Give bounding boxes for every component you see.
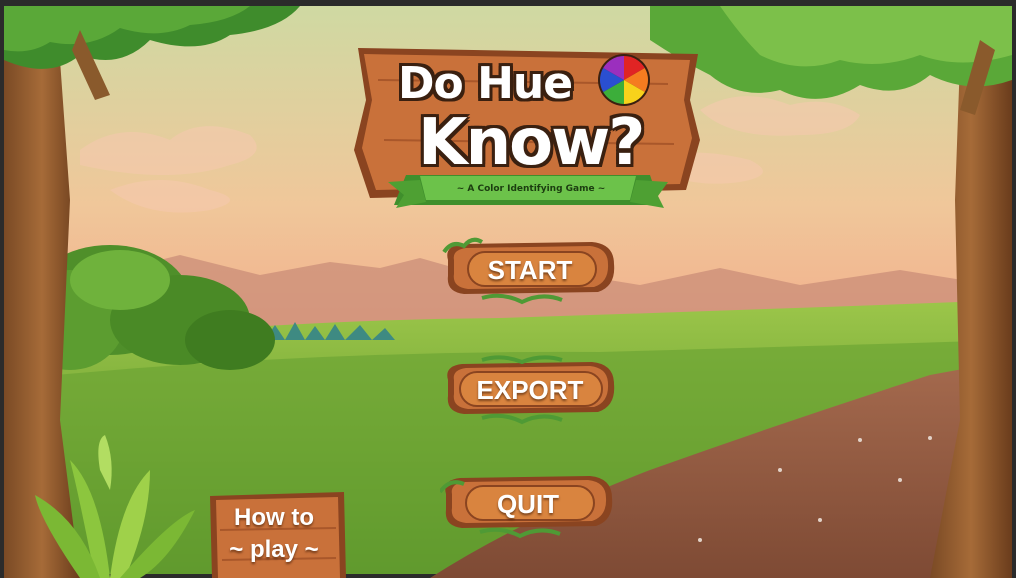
- how-to-play-button[interactable]: How to ~ play ~: [208, 490, 348, 578]
- title-line-1: Do Hue: [398, 58, 573, 109]
- export-button-label: EXPORT: [476, 374, 584, 405]
- start-button[interactable]: START: [442, 232, 618, 308]
- title-line-2: Know?: [418, 106, 645, 180]
- export-button[interactable]: EXPORT: [442, 352, 618, 428]
- subtitle-ribbon-text: ~ A Color Identifying Game ~: [456, 184, 606, 194]
- game-title-sign: Do Hue Know? ~ A Color Identifying Game …: [348, 40, 708, 225]
- color-wheel-icon: [598, 54, 650, 106]
- game-screen: Do Hue Know? ~ A Color Identifying Game …: [0, 0, 1016, 578]
- quit-button[interactable]: QUIT: [440, 466, 616, 542]
- quit-button-label: QUIT: [496, 488, 560, 519]
- how-to-play-label-line-2: ~ play ~: [229, 536, 319, 563]
- start-button-label: START: [487, 254, 573, 285]
- how-to-play-label-line-1: How to: [234, 504, 314, 531]
